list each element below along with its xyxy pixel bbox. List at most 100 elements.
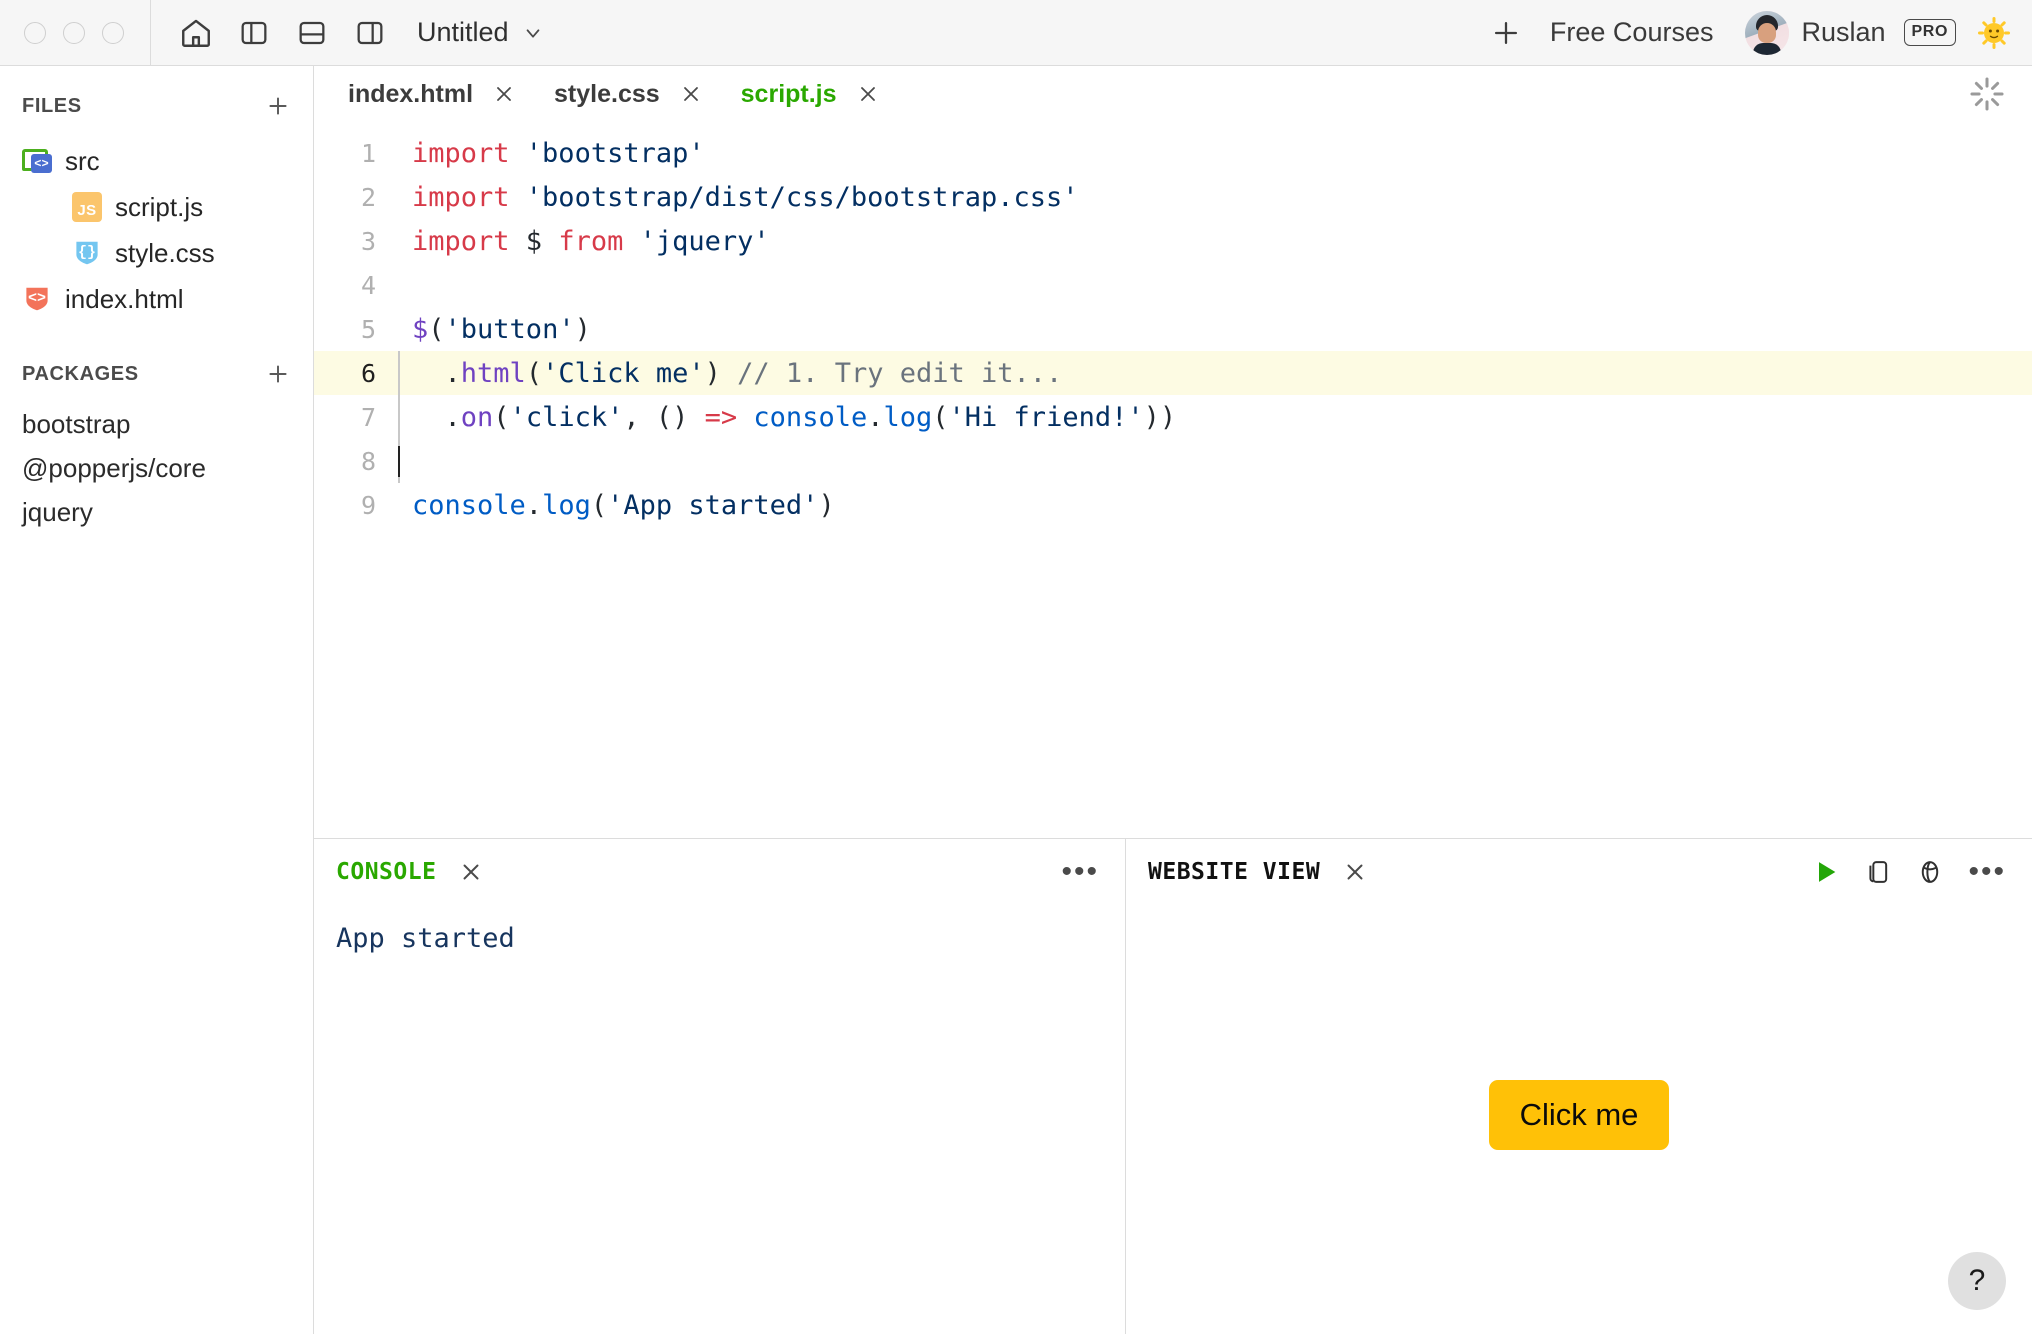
new-project-button[interactable]	[1480, 7, 1532, 59]
console-panel-header: CONSOLE •••	[314, 839, 1125, 905]
line-number: 9	[360, 490, 376, 520]
folder-src-icon: <>	[22, 146, 52, 176]
code-text: import 'bootstrap/dist/css/bootstrap.css…	[412, 181, 1079, 213]
main-area: index.html style.css script.js 1 import …	[314, 66, 2032, 1334]
code-line[interactable]: 1 import 'bootstrap'	[314, 131, 2032, 175]
code-line[interactable]: 4	[314, 263, 2032, 307]
files-section-title: FILES	[22, 94, 82, 117]
close-icon[interactable]	[492, 82, 516, 106]
package-list: bootstrap @popperjs/core jquery	[0, 402, 313, 534]
pro-badge: PRO	[1903, 19, 1956, 46]
free-courses-link[interactable]: Free Courses	[1532, 17, 1728, 48]
package-item-label: bootstrap	[22, 408, 131, 439]
file-tree-item-index-html[interactable]: <> index.html	[0, 276, 313, 322]
add-file-button[interactable]	[265, 93, 291, 119]
copy-icon[interactable]	[1864, 858, 1892, 886]
html-file-icon: <>	[22, 284, 52, 314]
code-line[interactable]: 9 console.log('App started')	[314, 483, 2032, 527]
home-icon[interactable]	[177, 14, 215, 52]
website-view-title: WEBSITE VIEW	[1148, 859, 1321, 885]
file-tree-item-label: style.css	[115, 237, 215, 268]
package-item-label: @popperjs/core	[22, 452, 206, 483]
package-item[interactable]: bootstrap	[0, 402, 313, 446]
maximize-window-button[interactable]	[102, 21, 124, 44]
panel-left-icon[interactable]	[235, 14, 273, 52]
code-text: import $ from 'jquery'	[412, 225, 770, 257]
code-line[interactable]: 2 import 'bootstrap/dist/css/bootstrap.cs…	[314, 175, 2032, 219]
code-editor[interactable]: 1 import 'bootstrap' 2 import 'bootstrap/di…	[314, 122, 2032, 838]
panel-right-icon[interactable]	[351, 14, 389, 52]
code-text: import 'bootstrap'	[412, 137, 705, 169]
open-external-icon[interactable]	[1916, 858, 1944, 886]
files-section-header: FILES	[0, 88, 313, 124]
editor-tab-bar: index.html style.css script.js	[314, 66, 2032, 122]
document-title: Untitled	[417, 17, 509, 47]
file-tree: <> src JS script.js {} style.css <> inde…	[0, 134, 313, 322]
tab-style-css[interactable]: style.css	[542, 66, 729, 122]
line-number: 3	[360, 226, 376, 256]
help-button[interactable]: ?	[1948, 1252, 2006, 1310]
console-output: App started	[314, 905, 1125, 1334]
line-number: 6	[360, 358, 376, 388]
add-package-button[interactable]	[265, 361, 291, 387]
document-title-menu[interactable]: Untitled	[417, 17, 544, 48]
line-number: 7	[360, 402, 376, 432]
window-traffic-lights[interactable]	[0, 0, 150, 65]
sidebar: FILES <> src JS script.js {} style.css <…	[0, 66, 314, 1334]
title-bar: Untitled Free Courses Ruslan PRO	[0, 0, 2032, 66]
file-tree-item-style-css[interactable]: {} style.css	[0, 230, 313, 276]
file-tree-item-src[interactable]: <> src	[0, 138, 313, 184]
website-view-header: WEBSITE VIEW •••	[1126, 839, 2032, 905]
code-text: console.log('App started')	[412, 489, 835, 521]
theme-toggle-sun-icon[interactable]	[1978, 16, 2010, 49]
user-name: Ruslan	[1801, 17, 1886, 47]
panel-bottom-icon[interactable]	[293, 14, 331, 52]
close-window-button[interactable]	[24, 21, 46, 44]
package-item[interactable]: @popperjs/core	[0, 446, 313, 490]
tab-label: style.css	[554, 79, 660, 108]
click-me-button[interactable]: Click me	[1488, 1079, 1670, 1150]
console-output-line: App started	[336, 923, 515, 954]
close-icon[interactable]	[1342, 859, 1368, 885]
website-view-panel: WEBSITE VIEW ••• Click me ?	[1126, 839, 2032, 1334]
file-tree-item-label: script.js	[115, 191, 204, 222]
minimize-window-button[interactable]	[63, 21, 85, 44]
close-icon[interactable]	[856, 82, 880, 106]
code-line[interactable]: 8	[314, 439, 2032, 483]
close-icon[interactable]	[458, 859, 484, 885]
app-body: FILES <> src JS script.js {} style.css <…	[0, 66, 2032, 1334]
css-file-icon: {}	[72, 238, 102, 268]
file-tree-item-label: index.html	[65, 283, 184, 314]
app-window: Untitled Free Courses Ruslan PRO FILES <…	[0, 0, 2032, 1334]
tab-script-js[interactable]: script.js	[729, 66, 906, 122]
more-icon[interactable]: •••	[1968, 857, 2006, 887]
website-view-actions: •••	[1812, 857, 2006, 887]
code-text: .on('click', () => console.log('Hi frien…	[412, 401, 1177, 433]
run-icon[interactable]	[1812, 858, 1840, 886]
package-item[interactable]: jquery	[0, 490, 313, 534]
tab-label: script.js	[740, 79, 837, 108]
line-number: 4	[360, 270, 376, 300]
bottom-panels: CONSOLE ••• App started WEBSITE VIEW •••…	[314, 838, 2032, 1334]
package-item-label: jquery	[22, 496, 93, 527]
console-panel: CONSOLE ••• App started	[314, 839, 1126, 1334]
more-icon[interactable]: •••	[1061, 857, 1099, 887]
website-view-preview: Click me ?	[1126, 905, 2032, 1334]
code-line[interactable]: 7 .on('click', () => console.log('Hi fri…	[314, 395, 2032, 439]
line-number: 2	[360, 182, 376, 212]
close-icon[interactable]	[679, 82, 703, 106]
user-account-menu[interactable]: Ruslan PRO	[1727, 10, 1956, 55]
file-tree-item-script-js[interactable]: JS script.js	[0, 184, 313, 230]
code-line[interactable]: 3 import $ from 'jquery'	[314, 219, 2032, 263]
titlebar-right-group: Free Courses Ruslan PRO	[1480, 7, 2032, 59]
loading-spinner-icon	[1968, 75, 2032, 113]
tab-index-html[interactable]: index.html	[336, 66, 542, 122]
line-number: 8	[360, 446, 376, 476]
code-text: $('button')	[412, 313, 591, 345]
code-line[interactable]: 5 $('button')	[314, 307, 2032, 351]
code-line[interactable]: 6 .html('Click me') // 1. Try edit it...	[314, 351, 2032, 395]
avatar	[1745, 10, 1790, 55]
line-number: 5	[360, 314, 376, 344]
chevron-down-icon	[522, 22, 544, 44]
tab-label: index.html	[348, 79, 474, 108]
